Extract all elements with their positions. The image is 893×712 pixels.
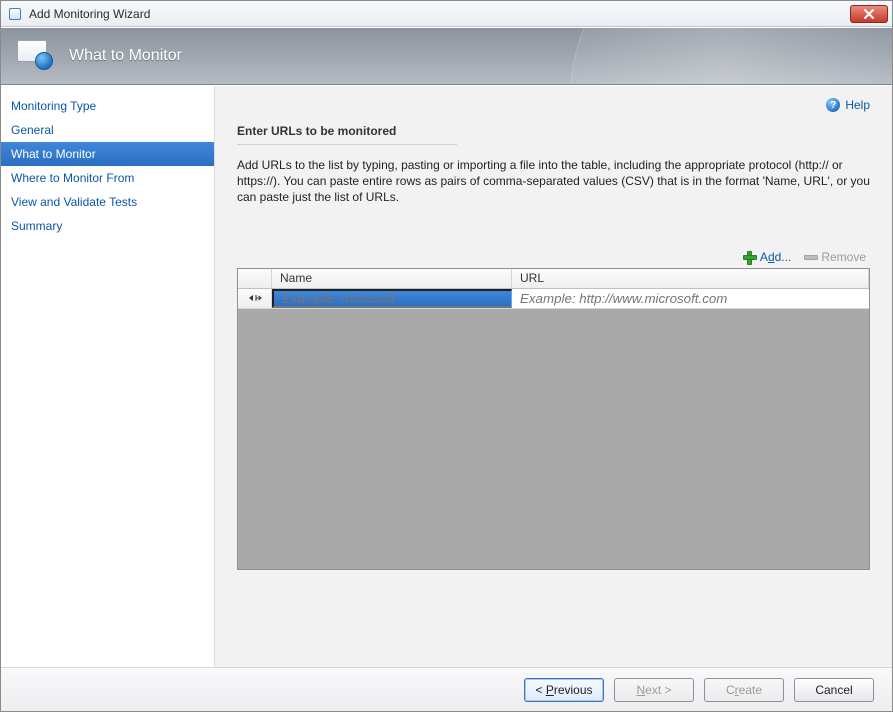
create-button: Create	[704, 678, 784, 702]
wizard-window: Add Monitoring Wizard What to Monitor Mo…	[0, 0, 893, 712]
url-grid: Name URL	[237, 268, 870, 570]
monitor-icon	[17, 40, 57, 72]
window-title: Add Monitoring Wizard	[29, 7, 850, 21]
titlebar: Add Monitoring Wizard	[1, 1, 892, 27]
plus-icon	[742, 250, 756, 264]
sidebar-item-general[interactable]: General	[1, 118, 214, 142]
grid-corner	[238, 269, 272, 288]
add-label: Add...	[760, 250, 791, 264]
wizard-header: What to Monitor	[1, 27, 892, 85]
help-icon: ?	[826, 98, 840, 112]
help-link[interactable]: Help	[845, 98, 870, 112]
cell-name-input[interactable]	[272, 289, 512, 308]
grid-header: Name URL	[238, 269, 869, 289]
cancel-button[interactable]: Cancel	[794, 678, 874, 702]
sidebar-item-view-validate-tests[interactable]: View and Validate Tests	[1, 190, 214, 214]
minus-icon	[803, 250, 817, 264]
next-button: Next >	[614, 678, 694, 702]
section-instructions: Add URLs to the list by typing, pasting …	[237, 157, 870, 206]
body: Monitoring Type General What to Monitor …	[1, 85, 892, 667]
add-button[interactable]: Add...	[742, 250, 791, 264]
sidebar-item-summary[interactable]: Summary	[1, 214, 214, 238]
sidebar-item-where-to-monitor-from[interactable]: Where to Monitor From	[1, 166, 214, 190]
grid-toolbar: Add... Remove	[237, 250, 870, 264]
wizard-sidebar: Monitoring Type General What to Monitor …	[1, 86, 215, 667]
remove-button: Remove	[803, 250, 866, 264]
app-icon	[7, 6, 23, 22]
section-title: Enter URLs to be monitored	[237, 124, 457, 145]
wizard-step-title: What to Monitor	[69, 47, 182, 65]
close-icon	[864, 9, 874, 19]
new-row-icon	[248, 293, 262, 303]
sidebar-item-what-to-monitor[interactable]: What to Monitor	[1, 142, 214, 166]
row-indicator-new[interactable]	[238, 289, 272, 308]
previous-button[interactable]: < Previous	[524, 678, 604, 702]
column-header-url[interactable]: URL	[512, 269, 869, 288]
grid-new-row	[238, 289, 869, 309]
help-row: ? Help	[237, 96, 870, 114]
wizard-footer: < Previous Next > Create Cancel	[1, 667, 892, 711]
cell-url-input[interactable]	[512, 289, 869, 308]
main-panel: ? Help Enter URLs to be monitored Add UR…	[215, 86, 892, 667]
remove-label: Remove	[821, 250, 866, 264]
close-button[interactable]	[850, 5, 888, 23]
column-header-name[interactable]: Name	[272, 269, 512, 288]
sidebar-item-monitoring-type[interactable]: Monitoring Type	[1, 94, 214, 118]
